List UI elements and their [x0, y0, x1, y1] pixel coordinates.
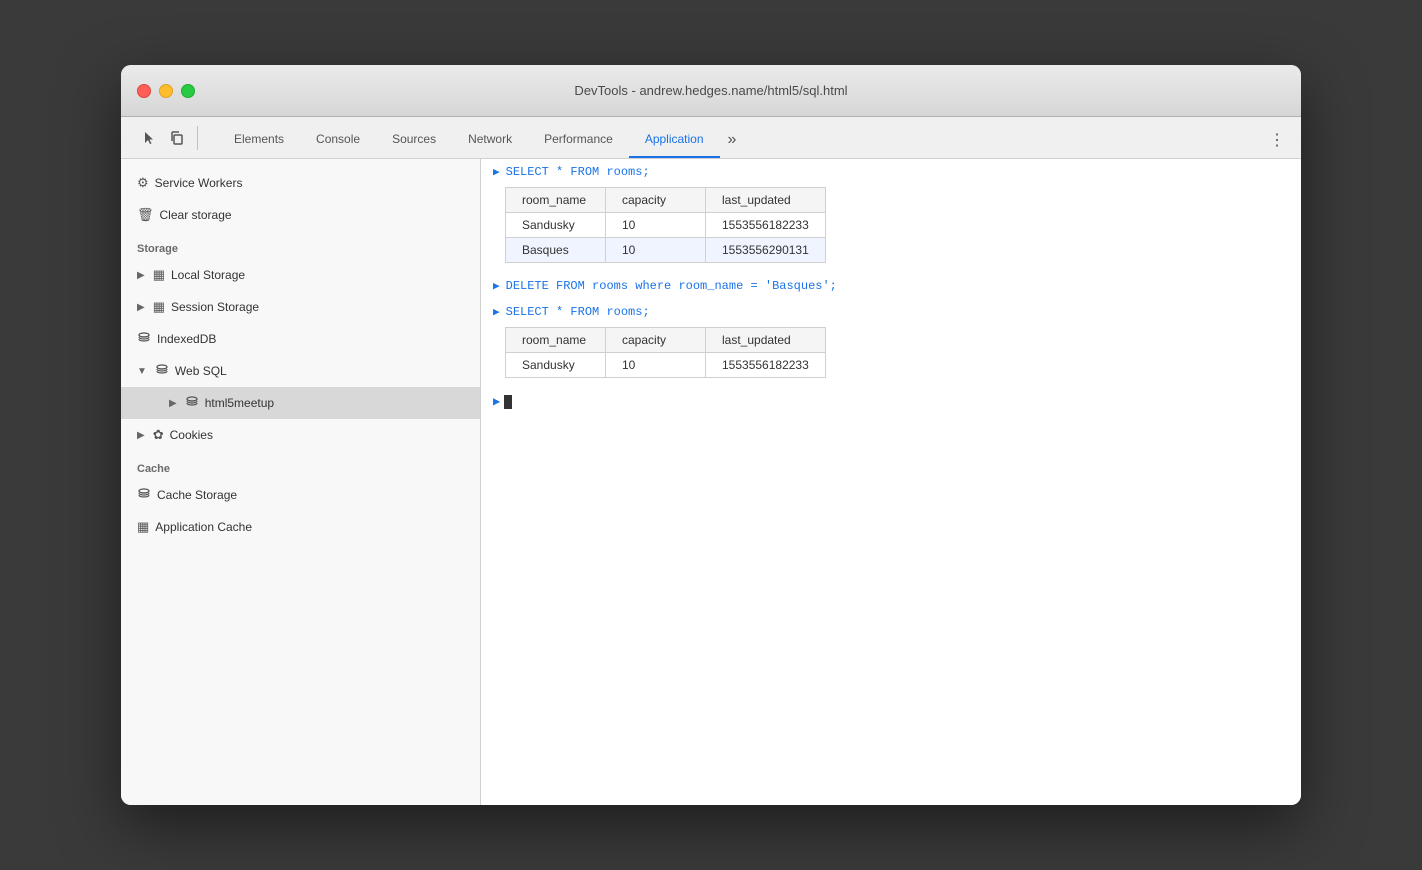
- cell-capacity: 10: [606, 238, 706, 263]
- col-header-room-name: room_name: [506, 188, 606, 213]
- maximize-button[interactable]: [181, 84, 195, 98]
- sidebar-item-label: Clear storage: [160, 208, 232, 222]
- main-area: ⚙ Service Workers 🗑 Clear storage Storag…: [121, 159, 1301, 805]
- tabbar: Elements Console Sources Network Perform…: [121, 117, 1301, 159]
- col-header-last-updated: last_updated: [706, 188, 826, 213]
- sidebar-item-label: Cache Storage: [157, 488, 237, 502]
- tab-sources[interactable]: Sources: [376, 122, 452, 158]
- sidebar-item-label: Application Cache: [155, 520, 252, 534]
- sidebar-item-label: Session Storage: [171, 300, 259, 314]
- cell-capacity: 10: [606, 213, 706, 238]
- col-header-capacity: capacity: [606, 188, 706, 213]
- tab-elements[interactable]: Elements: [218, 122, 300, 158]
- tab-divider: [197, 126, 198, 150]
- sidebar-item-label: IndexedDB: [157, 332, 216, 346]
- col-header-last-updated: last_updated: [706, 328, 826, 353]
- cell-room-name: Sandusky: [506, 213, 606, 238]
- sidebar-item-service-workers[interactable]: ⚙ Service Workers: [121, 167, 480, 199]
- window-title: DevTools - andrew.hedges.name/html5/sql.…: [574, 83, 847, 98]
- cell-last-updated: 1553556182233: [706, 353, 826, 378]
- storage-section-label: Storage: [121, 231, 480, 259]
- tab-performance[interactable]: Performance: [528, 122, 629, 158]
- grid-icon: ▦: [137, 519, 149, 535]
- content-panel: ▶ SELECT * FROM rooms; room_name capacit…: [481, 159, 1301, 805]
- chevron-right-icon: ▶: [137, 430, 145, 441]
- sidebar-item-clear-storage[interactable]: 🗑 Clear storage: [121, 199, 480, 231]
- chevron-down-icon: ▼: [137, 366, 147, 377]
- trash-icon: 🗑: [137, 207, 154, 223]
- sql-query-3[interactable]: ▶ SELECT * FROM rooms;: [481, 299, 1301, 325]
- traffic-lights: [137, 84, 195, 98]
- col-header-capacity: capacity: [606, 328, 706, 353]
- gear-icon: ⚙: [137, 175, 149, 191]
- cursor-icon[interactable]: [137, 126, 161, 150]
- cache-section-label: Cache: [121, 451, 480, 479]
- titlebar: DevTools - andrew.hedges.name/html5/sql.…: [121, 65, 1301, 117]
- result-table-2: room_name capacity last_updated Sandusky…: [505, 327, 826, 378]
- prompt-icon: ▶: [493, 394, 500, 409]
- sidebar-item-application-cache[interactable]: ▦ Application Cache: [121, 511, 480, 543]
- expand-icon: ▶: [493, 305, 500, 319]
- more-tabs-button[interactable]: »: [720, 122, 745, 158]
- sidebar-item-label: Cookies: [170, 428, 213, 442]
- db-icon: [137, 487, 151, 504]
- cell-room-name: Sandusky: [506, 353, 606, 378]
- sql-text: SELECT * FROM rooms;: [506, 165, 650, 179]
- table-row: Sandusky 10 1553556182233: [506, 353, 826, 378]
- sql-query-2[interactable]: ▶ DELETE FROM rooms where room_name = 'B…: [481, 273, 1301, 299]
- cookie-icon: ✿: [153, 427, 164, 443]
- sidebar-item-label: Service Workers: [155, 176, 243, 190]
- sql-text: SELECT * FROM rooms;: [506, 305, 650, 319]
- sidebar-item-indexeddb[interactable]: IndexedDB: [121, 323, 480, 355]
- result-table-1: room_name capacity last_updated Sandusky…: [505, 187, 826, 263]
- sidebar-item-html5meetup[interactable]: ▶ html5meetup: [121, 387, 480, 419]
- chevron-right-icon: ▶: [169, 398, 177, 409]
- copy-icon[interactable]: [165, 126, 189, 150]
- cell-last-updated: 1553556290131: [706, 238, 826, 263]
- sidebar-item-local-storage[interactable]: ▶ ▦ Local Storage: [121, 259, 480, 291]
- table-row: Basques 10 1553556290131: [506, 238, 826, 263]
- cursor-line[interactable]: ▶: [481, 388, 1301, 415]
- table-row: Sandusky 10 1553556182233: [506, 213, 826, 238]
- devtools-window: DevTools - andrew.hedges.name/html5/sql.…: [121, 65, 1301, 805]
- minimize-button[interactable]: [159, 84, 173, 98]
- chevron-right-icon: ▶: [137, 270, 145, 281]
- tab-application[interactable]: Application: [629, 122, 720, 158]
- sql-query-1[interactable]: ▶ SELECT * FROM rooms;: [481, 159, 1301, 185]
- sidebar-item-label: html5meetup: [205, 396, 274, 410]
- sidebar-item-label: Web SQL: [175, 364, 227, 378]
- grid-icon: ▦: [153, 299, 165, 315]
- sidebar: ⚙ Service Workers 🗑 Clear storage Storag…: [121, 159, 481, 805]
- cell-last-updated: 1553556182233: [706, 213, 826, 238]
- cursor-caret: [504, 395, 512, 409]
- sidebar-item-cookies[interactable]: ▶ ✿ Cookies: [121, 419, 480, 451]
- sidebar-item-session-storage[interactable]: ▶ ▦ Session Storage: [121, 291, 480, 323]
- cell-room-name: Basques: [506, 238, 606, 263]
- expand-icon: ▶: [493, 165, 500, 179]
- db-icon: [185, 395, 199, 412]
- tab-console[interactable]: Console: [300, 122, 376, 158]
- tab-toolbar: [129, 117, 210, 158]
- sidebar-item-cache-storage[interactable]: Cache Storage: [121, 479, 480, 511]
- sidebar-item-web-sql[interactable]: ▼ Web SQL: [121, 355, 480, 387]
- db-icon: [137, 331, 151, 348]
- col-header-room-name: room_name: [506, 328, 606, 353]
- sql-text: DELETE FROM rooms where room_name = 'Bas…: [506, 279, 837, 293]
- expand-icon: ▶: [493, 279, 500, 293]
- cell-capacity: 10: [606, 353, 706, 378]
- grid-icon: ▦: [153, 267, 165, 283]
- kebab-menu-button[interactable]: ⋮: [1261, 122, 1293, 158]
- db-icon: [155, 363, 169, 380]
- chevron-right-icon: ▶: [137, 302, 145, 313]
- close-button[interactable]: [137, 84, 151, 98]
- sidebar-item-label: Local Storage: [171, 268, 245, 282]
- tab-network[interactable]: Network: [452, 122, 528, 158]
